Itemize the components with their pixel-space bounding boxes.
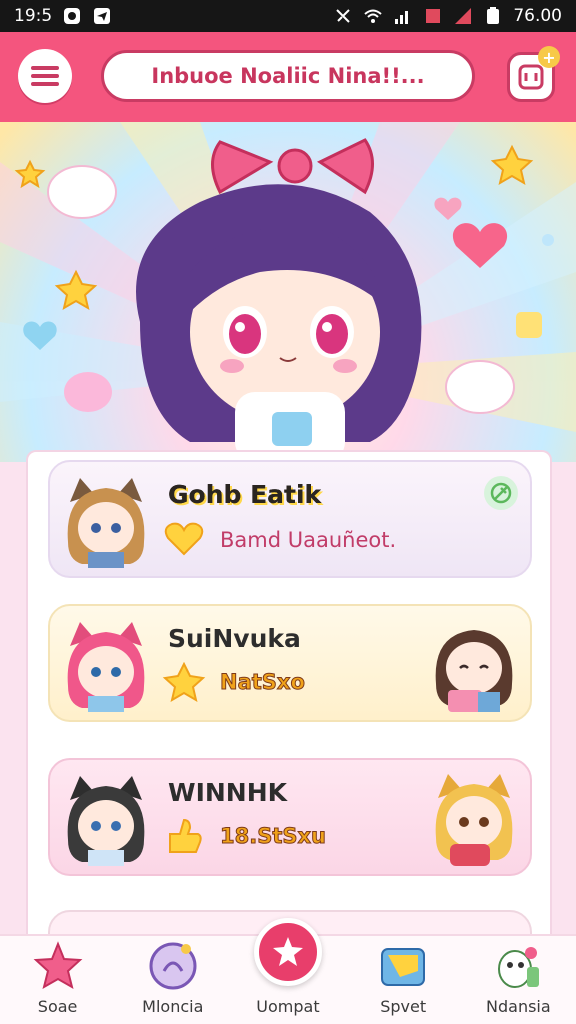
status-time: 19:5 (14, 6, 53, 26)
app-header: Inbuoe Noaliic Nina!!... + (0, 32, 576, 122)
wifi-icon (363, 7, 383, 25)
avatar (67, 622, 145, 712)
card-name: WINNHK (168, 778, 288, 807)
avatar-secondary (435, 774, 513, 866)
card-name: SuiNvuka (168, 624, 301, 653)
card-name: Gohb Eatik (168, 480, 322, 509)
thumb-badge-icon (169, 818, 202, 853)
dino-icon (498, 947, 540, 988)
avatar-secondary (435, 630, 513, 712)
chat-icon (149, 942, 197, 990)
battery-text: 76.00 (513, 6, 562, 26)
sparkle-icon (273, 937, 303, 966)
frame-icon (518, 64, 544, 90)
hero-artwork (0, 122, 576, 462)
star-icon (33, 941, 83, 990)
data-icon (423, 7, 443, 25)
folder-icon (381, 948, 426, 986)
nav-label: Ndansia (486, 997, 551, 1016)
nav-label: Uompat (256, 997, 320, 1016)
plus-icon: + (538, 46, 560, 68)
add-frame-button[interactable]: + (507, 46, 560, 102)
status-left: 19:5 (14, 6, 112, 26)
star-badge-icon (162, 662, 206, 702)
nav-item-mloncia[interactable]: Mloncia (118, 941, 228, 1016)
telegram-icon (92, 7, 112, 25)
list-item[interactable]: WINNHK 18.StSxu (48, 758, 532, 876)
list-item[interactable]: SuiNvuka NatSxo (48, 604, 532, 722)
menu-button[interactable] (18, 49, 72, 103)
nav-item-ndansia[interactable]: Ndansia (463, 941, 573, 1016)
hamburger-icon (31, 66, 59, 86)
card-action-button[interactable] (484, 476, 518, 510)
clover-icon (490, 482, 512, 504)
nav-label: Soae (37, 997, 78, 1016)
card-subtitle: 18.StSxu (220, 824, 327, 849)
nav-label: Spvet (380, 997, 427, 1016)
heart-badge-icon (164, 522, 204, 556)
avatar (67, 478, 145, 568)
notification-icon (62, 7, 82, 25)
hero-illustration (0, 122, 576, 462)
page-title: Inbuoe Noaliic Nina!!... (151, 64, 425, 88)
avatar (67, 776, 145, 866)
card-subtitle: Bamd Uaauñeot. (220, 528, 397, 552)
signal-icon-2 (453, 7, 473, 25)
character-list: Gohb Eatik Bamd Uaauñeot. SuiNvuka NatSx… (28, 452, 550, 970)
nfc-icon (333, 7, 353, 25)
card-subtitle: NatSxo (220, 670, 306, 695)
nav-item-soae[interactable]: Soae (3, 941, 113, 1016)
title-pill[interactable]: Inbuoe Noaliic Nina!!... (101, 50, 475, 102)
center-action-button[interactable] (254, 918, 322, 986)
nav-item-spvet[interactable]: Spvet (348, 941, 458, 1016)
status-bar: 19:5 76.00 (0, 0, 576, 32)
battery-icon (483, 7, 503, 25)
signal-icon (393, 7, 413, 25)
list-item[interactable]: Gohb Eatik Bamd Uaauñeot. (48, 460, 532, 578)
nav-label: Mloncia (142, 997, 204, 1016)
status-right: 76.00 (333, 6, 562, 26)
